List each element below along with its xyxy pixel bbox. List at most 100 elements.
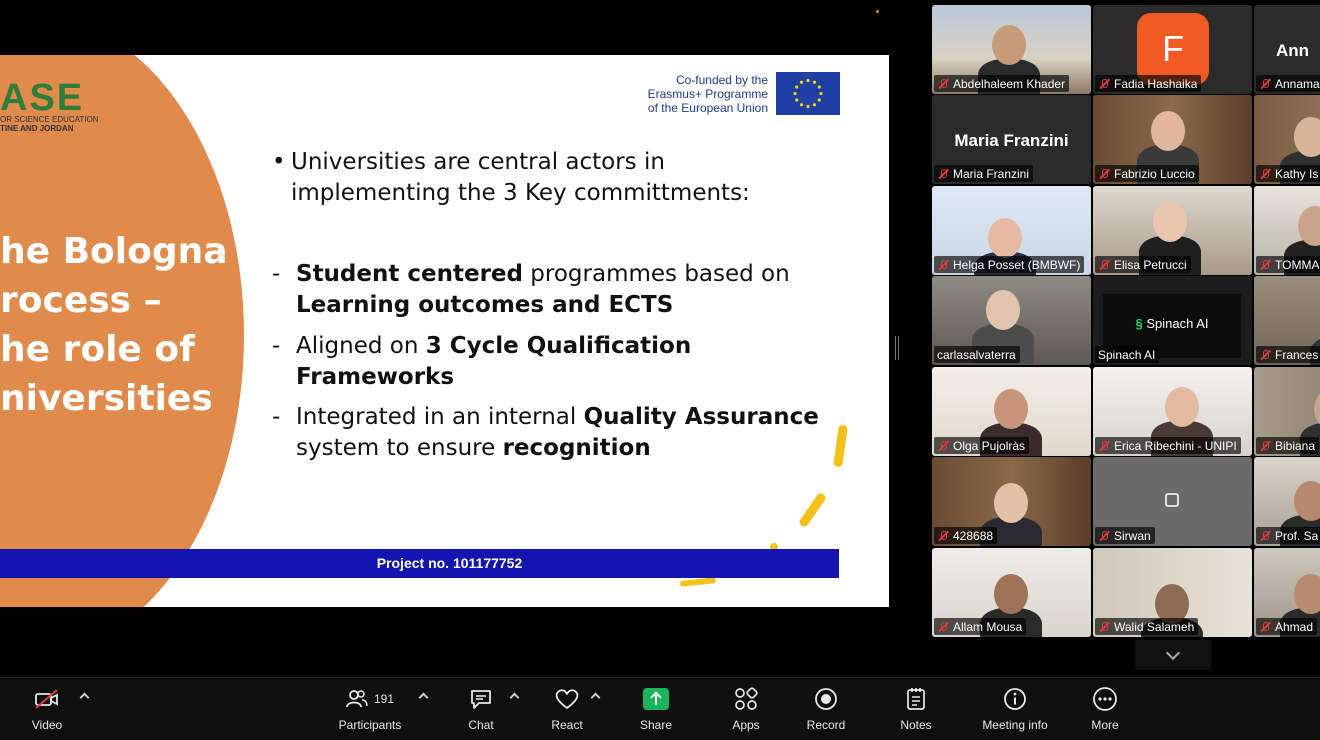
notes-button[interactable]: Notes xyxy=(896,684,936,738)
mic-muted-icon xyxy=(1098,621,1110,633)
mic-muted-icon xyxy=(937,621,949,633)
participant-name-tag: Olga Pujolràs xyxy=(934,437,1030,454)
video-off-icon xyxy=(35,689,58,709)
participant-name-tag: Prof. Sa xyxy=(1256,527,1320,544)
participant-name-tag: Allam Mousa xyxy=(934,618,1027,635)
meeting-info-button[interactable]: Meeting info xyxy=(976,684,1054,738)
chevron-down-icon xyxy=(1165,645,1181,660)
sub-bullet-text: Student centered programmes based on Lea… xyxy=(296,261,790,318)
apps-button[interactable]: Apps xyxy=(728,684,764,738)
participant-name: Spinach AI xyxy=(1098,347,1156,362)
record-button[interactable]: Record xyxy=(804,684,848,738)
apps-label: Apps xyxy=(732,718,760,732)
info-icon xyxy=(1004,688,1026,710)
participant-tile[interactable]: carlasalvaterra xyxy=(932,276,1091,365)
sub-bullet-dash: - xyxy=(272,261,281,287)
more-button[interactable]: More xyxy=(1087,684,1123,738)
participant-face xyxy=(994,389,1028,429)
participant-name-tag: Sirwan xyxy=(1095,527,1155,544)
mic-muted-icon xyxy=(937,168,949,180)
participant-tile[interactable]: Walid Salameh xyxy=(1093,548,1252,637)
mic-muted-icon xyxy=(937,440,949,452)
participant-tile[interactable]: Olga Pujolràs xyxy=(932,367,1091,456)
participant-tile[interactable]: Abdelhaleem Khader xyxy=(932,5,1091,94)
mic-muted-icon xyxy=(1098,78,1110,90)
participants-button[interactable]: 191 Participants xyxy=(335,684,405,738)
eu-stars-icon xyxy=(793,78,823,109)
participant-name: Abdelhaleem Khader xyxy=(953,76,1066,91)
mic-muted-icon xyxy=(1259,440,1271,452)
participants-options-caret[interactable] xyxy=(418,692,429,703)
participant-display-name: Ann xyxy=(1276,41,1310,60)
participant-name: Bibiana xyxy=(1275,438,1316,453)
mic-muted-icon xyxy=(1098,530,1110,542)
decorative-stroke xyxy=(679,577,717,587)
video-options-caret[interactable] xyxy=(79,692,90,703)
mic-muted-icon xyxy=(937,78,949,90)
participant-tile[interactable]: Allam Mousa xyxy=(932,548,1091,637)
mic-muted-icon xyxy=(937,259,949,271)
participants-icon xyxy=(346,690,368,708)
participant-name: Walid Salameh xyxy=(1114,619,1195,634)
participant-tile[interactable]: 428688 xyxy=(932,457,1091,546)
participant-tile[interactable]: Erica Ribechini - UNIPI xyxy=(1093,367,1252,456)
participant-tile[interactable]: TOMMA xyxy=(1254,186,1320,275)
participant-face xyxy=(988,218,1022,258)
participant-name-tag: 428688 xyxy=(934,527,998,544)
mic-muted-icon xyxy=(1259,621,1271,633)
participant-name: Maria Franzini xyxy=(953,166,1030,181)
participant-name: Sirwan xyxy=(1114,528,1151,543)
chat-button[interactable]: Chat xyxy=(464,684,498,738)
participant-name-tag: TOMMA xyxy=(1256,256,1320,273)
participant-name: carlasalvaterra xyxy=(937,347,1016,362)
react-label: React xyxy=(551,718,583,732)
share-button[interactable]: Share xyxy=(636,684,676,738)
participant-tile[interactable]: Ann Annama xyxy=(1254,5,1320,94)
participant-name-tag: Bibiana xyxy=(1256,437,1320,454)
participant-gallery: Abdelhaleem Khader F Fadia Hashaika Ann Anna… xyxy=(932,5,1320,638)
chat-options-caret[interactable] xyxy=(509,692,520,703)
mic-muted-icon xyxy=(1259,349,1271,361)
mic-muted-icon xyxy=(1098,440,1110,452)
participant-face xyxy=(1151,111,1185,151)
participant-tile[interactable]: Maria Franzini Maria Franzini xyxy=(932,95,1091,184)
video-button[interactable]: Video xyxy=(26,684,68,738)
participant-tile[interactable]: § Spinach AI Spinach AI xyxy=(1093,276,1252,365)
eu-flag-icon xyxy=(776,72,840,115)
participant-tile[interactable]: Elisa Petrucci xyxy=(1093,186,1252,275)
participant-name-tag: carlasalvaterra xyxy=(934,346,1020,363)
slide-logo-text: ASE xyxy=(0,77,85,119)
share-screen-icon xyxy=(643,688,669,710)
panel-splitter-handle[interactable] xyxy=(895,336,899,360)
participant-name-tag: Maria Franzini xyxy=(934,165,1034,182)
spinach-logo-icon: § xyxy=(1135,316,1143,331)
participant-tile[interactable]: Prof. Sa xyxy=(1254,457,1320,546)
participant-face xyxy=(1165,387,1199,427)
participant-name: Helga Posset (BMBWF) xyxy=(953,257,1081,272)
sub-bullet-dash: - xyxy=(272,404,281,430)
react-options-caret[interactable] xyxy=(590,692,601,703)
participant-tile[interactable]: Sirwan xyxy=(1093,457,1252,546)
chat-label: Chat xyxy=(468,718,494,732)
participant-name: TOMMA xyxy=(1275,257,1320,272)
participant-tile[interactable]: Fabrizio Luccio xyxy=(1093,95,1252,184)
participant-face xyxy=(1153,202,1187,242)
share-label: Share xyxy=(639,718,673,732)
shared-screen-slide: ASE OR SCIENCE EDUCATION TINE AND JORDAN… xyxy=(0,55,889,607)
participant-tile[interactable]: F Fadia Hashaika xyxy=(1093,5,1252,94)
participant-tile[interactable]: Helga Posset (BMBWF) xyxy=(932,186,1091,275)
mic-muted-icon xyxy=(937,530,949,542)
gallery-scroll-down-button[interactable] xyxy=(1135,640,1211,670)
react-button[interactable]: React xyxy=(548,684,586,738)
mic-muted-icon xyxy=(1259,78,1271,90)
participant-face xyxy=(986,290,1020,330)
participant-tile[interactable]: Frances xyxy=(1254,276,1320,365)
sub-bullet-dash: - xyxy=(272,333,281,359)
decorative-stroke xyxy=(797,491,828,529)
participant-name: Fadia Hashaika xyxy=(1114,76,1198,91)
participant-tile[interactable]: Kathy Is xyxy=(1254,95,1320,184)
participant-tile[interactable]: Bibiana xyxy=(1254,367,1320,456)
participant-tile[interactable]: Ahmad xyxy=(1254,548,1320,637)
notes-label: Notes xyxy=(900,718,932,732)
participant-name-tag: Annama xyxy=(1256,75,1320,92)
